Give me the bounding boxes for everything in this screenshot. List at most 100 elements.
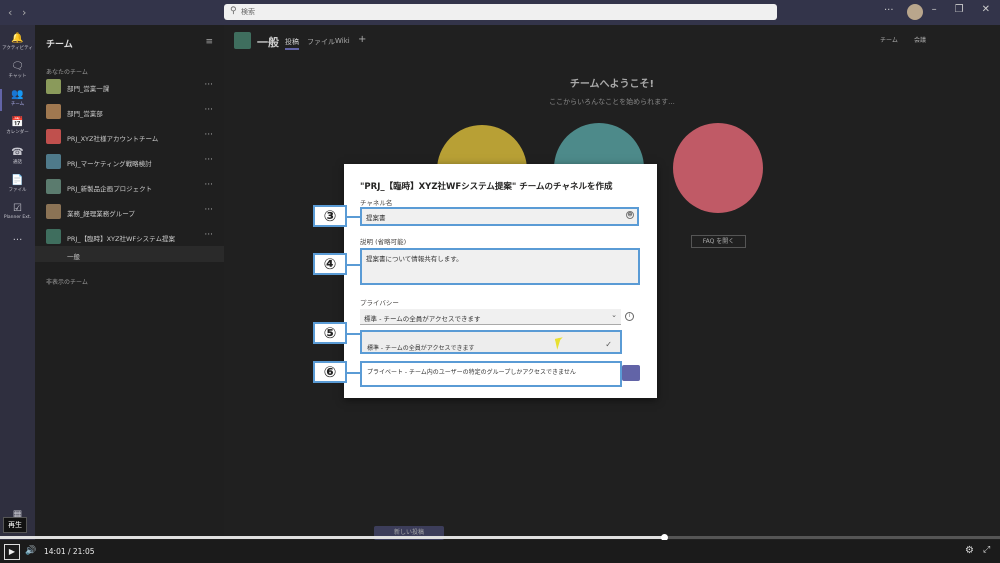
more-icon[interactable]: ··· (204, 230, 213, 240)
tab-posts[interactable]: 投稿 (285, 37, 299, 50)
calendar-icon: 📅 (11, 117, 24, 128)
section-hidden-teams: 非表示のチーム (46, 279, 88, 286)
more-icon[interactable]: ··· (204, 155, 213, 165)
fullscreen-icon[interactable]: ⤢ (983, 545, 990, 555)
rail-item-files[interactable]: 📄 ファイル (0, 175, 35, 193)
more-icon[interactable]: ··· (204, 80, 213, 90)
rail-item-planner[interactable]: ☑ Planner Ext. (0, 203, 35, 220)
meet-button[interactable]: 会議 (914, 35, 926, 44)
create-button[interactable] (622, 365, 640, 381)
teams-list-panel: チーム ≡ あなたのチーム 部門_営業一課 ··· 部門_営業部 ··· PRJ… (35, 25, 224, 540)
privacy-select[interactable]: 標準 - チームの全員がアクセスできます ⌄ (360, 309, 621, 325)
badge-connector (347, 264, 361, 266)
create-channel-dialog: "PRJ_【臨時】XYZ社WFシステム提案" チームのチャネルを作成 チャネル名… (344, 164, 657, 398)
chevron-down-icon: ⌄ (611, 311, 617, 319)
option-label: プライベート - チーム内のユーザーの特定のグループしかアクセスできません (367, 369, 576, 376)
rail-label: Planner Ext. (3, 215, 32, 220)
team-item[interactable]: 部門_営業部 ··· (35, 100, 224, 125)
team-name: PRJ_【臨時】XYZ社WFシステム提案 (67, 235, 175, 243)
team-name: 業務_経理業務グループ (67, 210, 135, 218)
rail-label: チーム (10, 102, 25, 107)
team-item[interactable]: PRJ_新製品企画プロジェクト ··· (35, 175, 224, 200)
close-icon[interactable]: ✕ (982, 4, 990, 15)
more-icon[interactable]: ··· (204, 130, 213, 140)
team-item[interactable]: 業務_経理業務グループ ··· (35, 200, 224, 225)
title-bar: ‹ › ⚲ 検索 ··· – ❐ ✕ (0, 0, 1000, 25)
team-button[interactable]: チーム (880, 35, 898, 44)
team-avatar (46, 154, 61, 169)
rail-label: ファイル (8, 188, 27, 193)
minimize-icon[interactable]: – (932, 4, 937, 15)
team-name: 部門_営業一課 (67, 85, 110, 93)
avatar[interactable] (907, 4, 923, 20)
rail-item-teams[interactable]: 👥 チーム (0, 89, 35, 111)
planner-icon: ☑ (13, 203, 22, 214)
description-value: 提案書について情報共有します。 (366, 255, 463, 263)
illustration-circle (673, 123, 763, 213)
seek-bar[interactable] (0, 534, 1000, 541)
more-icon[interactable]: ··· (884, 5, 894, 16)
rail-item-activity[interactable]: 🔔 アクティビティ (0, 33, 35, 51)
channel-name-label: チャネル名 (360, 199, 393, 207)
more-apps-icon[interactable]: ··· (0, 235, 35, 246)
team-avatar (46, 229, 61, 244)
teams-icon: 👥 (11, 89, 24, 100)
rail-item-chat[interactable]: 🗨 チャット (0, 61, 35, 79)
bell-icon: 🔔 (11, 33, 24, 44)
rail-item-calls[interactable]: ☎ 通話 (0, 147, 35, 165)
play-button[interactable]: ▶ (4, 544, 20, 560)
settings-icon[interactable]: ⚙ (965, 545, 974, 556)
privacy-option-standard[interactable]: 標準 - チームの全員がアクセスできます ✓ (360, 330, 622, 354)
filter-icon[interactable]: ≡ (205, 37, 213, 47)
maximize-icon[interactable]: ❐ (955, 4, 964, 15)
channel-name-value: 提案書 (366, 214, 386, 222)
more-icon[interactable]: ··· (204, 105, 213, 115)
privacy-selected-value: 標準 - チームの全員がアクセスできます (364, 315, 481, 323)
privacy-label: プライバシー (360, 299, 399, 307)
window-controls: – ❐ ✕ (932, 4, 990, 15)
step-badge-5: ⑤ (313, 322, 347, 344)
team-item[interactable]: 部門_営業一課 ··· (35, 75, 224, 100)
forward-icon[interactable]: › (22, 6, 26, 19)
phone-icon: ☎ (11, 147, 24, 158)
step-badge-3: ③ (313, 205, 347, 227)
team-item[interactable]: PRJ_XYZ社様アカウントチーム ··· (35, 125, 224, 150)
files-icon: 📄 (11, 175, 24, 186)
welcome-title: チームへようこそ! (569, 79, 655, 90)
option-label: 標準 - チームの全員がアクセスできます (367, 345, 475, 352)
panel-title: チーム (46, 40, 73, 50)
faq-button[interactable]: FAQ を開く (691, 235, 746, 248)
channel-item-general[interactable]: 一般 (67, 251, 80, 261)
team-item[interactable]: PRJ_マーケティング戦略検討 ··· (35, 150, 224, 175)
welcome-subtitle: ここからいろんなことを始められます... (549, 98, 675, 106)
search-input[interactable]: ⚲ 検索 (224, 4, 777, 20)
clear-icon[interactable]: ☻ (626, 211, 634, 219)
checkmark-icon: ✓ (605, 340, 612, 349)
description-field[interactable]: 提案書について情報共有します。 (360, 248, 640, 285)
dialog-title: "PRJ_【臨時】XYZ社WFシステム提案" チームのチャネルを作成 (360, 182, 613, 192)
add-tab-icon[interactable]: + (358, 34, 366, 45)
more-icon[interactable]: ··· (204, 180, 213, 190)
app-rail: 🔔 アクティビティ 🗨 チャット 👥 チーム 📅 カレンダー ☎ 通話 📄 ファ… (0, 25, 35, 540)
badge-connector (347, 372, 361, 374)
tab-wiki[interactable]: Wiki (335, 37, 350, 45)
rail-item-calendar[interactable]: 📅 カレンダー (0, 117, 35, 135)
channel-row-selected[interactable] (35, 246, 224, 262)
rail-label: カレンダー (6, 130, 29, 135)
tab-files[interactable]: ファイル (307, 37, 335, 47)
volume-icon[interactable]: 🔊 (25, 546, 36, 556)
team-avatar (46, 129, 61, 144)
back-icon[interactable]: ‹ (8, 6, 12, 19)
badge-connector (347, 216, 361, 218)
info-icon[interactable]: i (625, 312, 634, 321)
channel-name-field[interactable]: 提案書 ☻ (360, 207, 639, 226)
rail-label: チャット (8, 74, 27, 79)
team-avatar (46, 204, 61, 219)
more-icon[interactable]: ··· (204, 205, 213, 215)
seek-bar-fill (0, 536, 664, 539)
privacy-option-private[interactable]: プライベート - チーム内のユーザーの特定のグループしかアクセスできません (360, 361, 622, 387)
team-avatar (46, 79, 61, 94)
team-avatar (46, 104, 61, 119)
chat-icon: 🗨 (11, 61, 24, 72)
team-avatar (234, 32, 251, 49)
